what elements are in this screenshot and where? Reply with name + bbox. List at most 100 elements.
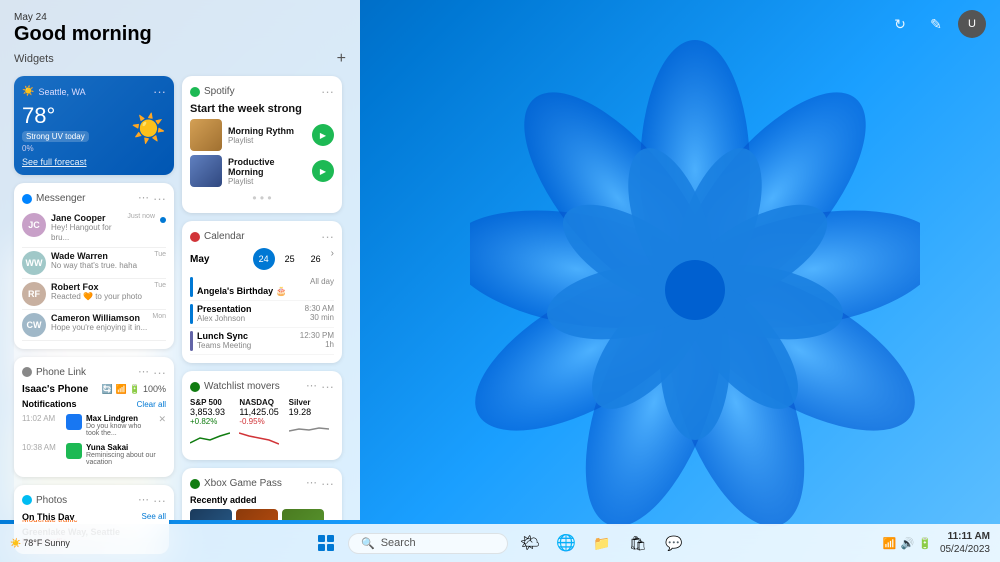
edit-button[interactable]: ✎ (922, 10, 950, 38)
cal-event-person-3: Teams Meeting (197, 341, 296, 350)
taskbar-edge-icon[interactable]: 🌐 (552, 529, 580, 557)
weather-forecast-link[interactable]: See full forecast (22, 157, 166, 167)
spotify-more[interactable]: ··· (321, 84, 334, 99)
game-forza[interactable]: FORZA (236, 509, 278, 520)
msg-content-4: Cameron Williamson Hope you're enjoying … (51, 313, 147, 333)
play-button-1[interactable]: ▶ (312, 124, 334, 146)
notif-name-1: Max Lindgren (86, 414, 154, 423)
taskbar-teams-icon[interactable]: 💬 (660, 529, 688, 557)
game-minecraft[interactable]: MINECRAFT (282, 509, 324, 520)
messenger-header: Messenger ⋯ ··· (22, 191, 166, 206)
phone-link-widget: Phone Link ⋯ ··· Isaac's Phone 🔄 📶 🔋 100… (14, 357, 174, 477)
refresh-button[interactable]: ↻ (886, 10, 914, 38)
watchlist-widget: Watchlist movers ⋯ ··· S&P 500 3,853.93 … (182, 371, 342, 460)
cal-day-25[interactable]: 25 (279, 248, 301, 270)
calendar-more[interactable]: ··· (321, 229, 334, 244)
watchlist-more[interactable]: ··· (321, 379, 334, 394)
network-icon: 📶 (883, 537, 897, 550)
widget-col-left: ☀️ Seattle, WA ··· 78° Strong UV today 0… (14, 76, 174, 520)
xbox-widget: Xbox Game Pass ⋯ ··· Recently added HALO… (182, 468, 342, 520)
msg-name-4: Cameron Williamson (51, 313, 147, 323)
photos-title-row: Photos (22, 495, 67, 506)
photos-icon (22, 495, 32, 505)
play-button-2[interactable]: ▶ (312, 160, 334, 182)
taskbar-store-icon[interactable]: 🛍 (624, 529, 652, 557)
calendar-chevron[interactable]: › (331, 248, 334, 270)
photos-see-all[interactable]: See all (142, 512, 166, 520)
phone-icon (22, 367, 32, 377)
cal-day-26[interactable]: 26 (305, 248, 327, 270)
track-item-1[interactable]: Morning Rythm Playlist ▶ (190, 119, 334, 151)
calendar-title-row: Calendar (190, 231, 245, 242)
game-halo[interactable]: HALOINFINITE (190, 509, 232, 520)
taskbar-widgets-icon[interactable]: 🌤 (516, 529, 544, 557)
taskbar-weather[interactable]: ☀️ 78°F Sunny (10, 538, 70, 549)
notif-content-1: Max Lindgren Do you know who took the... (86, 414, 154, 437)
msg-avatar-2: WW (22, 251, 46, 275)
xbox-recently-added: Recently added (190, 495, 334, 505)
taskbar-search[interactable]: 🔍 Search (348, 533, 508, 554)
weather-location-row: ☀️ Seattle, WA (22, 86, 86, 97)
sparkline-sp (190, 428, 230, 448)
clock-area[interactable]: 11:11 AM 05/24/2023 (940, 530, 990, 556)
msg-name-1: Jane Cooper (51, 213, 122, 223)
messenger-icon (22, 194, 32, 204)
win-cell-br (327, 544, 334, 551)
notif-item-1: 11:02 AM Max Lindgren Do you know who to… (22, 411, 166, 440)
user-avatar[interactable]: U (958, 10, 986, 38)
msg-item-1[interactable]: JC Jane Cooper Hey! Hangout for bru... J… (22, 210, 166, 248)
xbox-options[interactable]: ⋯ (306, 476, 317, 491)
msg-preview-4: Hope you're enjoying it in... (51, 323, 147, 333)
photos-event-label: On This Day (22, 512, 75, 520)
weather-more[interactable]: ··· (153, 84, 166, 99)
system-tray: 📶 🔊 🔋 (883, 537, 932, 550)
phone-more[interactable]: ··· (153, 365, 166, 380)
calendar-month: May (190, 254, 209, 265)
stock-silver: Silver 19.28 (289, 398, 334, 452)
msg-preview-1: Hey! Hangout for bru... (51, 223, 122, 244)
photos-more[interactable]: ··· (153, 493, 166, 508)
phone-options[interactable]: ⋯ (138, 365, 149, 380)
notif-close-1[interactable]: ✕ (158, 414, 166, 425)
start-button[interactable] (312, 529, 340, 557)
msg-unread-1 (160, 217, 166, 223)
cal-event-time-3: 12:30 PM1h (300, 331, 334, 349)
notif-clear-button[interactable]: Clear all (137, 400, 166, 409)
messenger-options[interactable]: ⋯ (138, 191, 149, 206)
cal-day-24[interactable]: 24 (253, 248, 275, 270)
watchlist-options[interactable]: ⋯ (306, 379, 317, 394)
game-grid: HALOINFINITE FORZA MINECRAFT (190, 509, 334, 520)
track-type-2: Playlist (228, 177, 306, 186)
track-thumb-2 (190, 155, 222, 187)
msg-preview-2: No way that's true. haha (51, 261, 149, 271)
watchlist-icon (190, 382, 200, 392)
track-item-2[interactable]: Productive Morning Playlist ▶ (190, 155, 334, 187)
spotify-icon (190, 87, 200, 97)
panel-greeting: Good morning (14, 23, 346, 46)
messenger-widget: Messenger ⋯ ··· JC Jane Cooper Hey! Hang… (14, 183, 174, 349)
sparkline-nq (239, 428, 279, 448)
stock-nasdaq: NASDAQ 11,425.05 -0.95% (239, 398, 284, 452)
msg-item-4[interactable]: CW Cameron Williamson Hope you're enjoyi… (22, 310, 166, 341)
xbox-more[interactable]: ··· (321, 476, 334, 491)
taskbar-explorer-icon[interactable]: 📁 (588, 529, 616, 557)
phone-name: Isaac's Phone (22, 384, 88, 395)
msg-avatar-4: CW (22, 313, 46, 337)
weather-uv: Strong UV today (22, 131, 89, 142)
msg-item-3[interactable]: RF Robert Fox Reacted 🧡 to your photo Tu… (22, 279, 166, 310)
weather-temp: 78° (22, 103, 89, 129)
cal-event-bar-2 (190, 304, 193, 324)
weather-wind: 0% (22, 144, 89, 153)
track-info-2: Productive Morning Playlist (228, 157, 306, 186)
add-widget-button[interactable]: + (337, 50, 346, 68)
messenger-more[interactable]: ··· (153, 191, 166, 206)
panel-date: May 24 (14, 12, 346, 23)
top-header: ↻ ✎ U (360, 0, 1000, 48)
photos-options[interactable]: ⋯ (138, 493, 149, 508)
stock-name-silver: Silver (289, 398, 334, 407)
stock-change-nq: -0.95% (239, 417, 284, 426)
spotify-header: Spotify ··· (190, 84, 334, 99)
stock-sp500: S&P 500 3,853.93 +0.82% (190, 398, 235, 452)
msg-item-2[interactable]: WW Wade Warren No way that's true. haha … (22, 248, 166, 279)
spotify-title-row: Spotify (190, 86, 235, 97)
